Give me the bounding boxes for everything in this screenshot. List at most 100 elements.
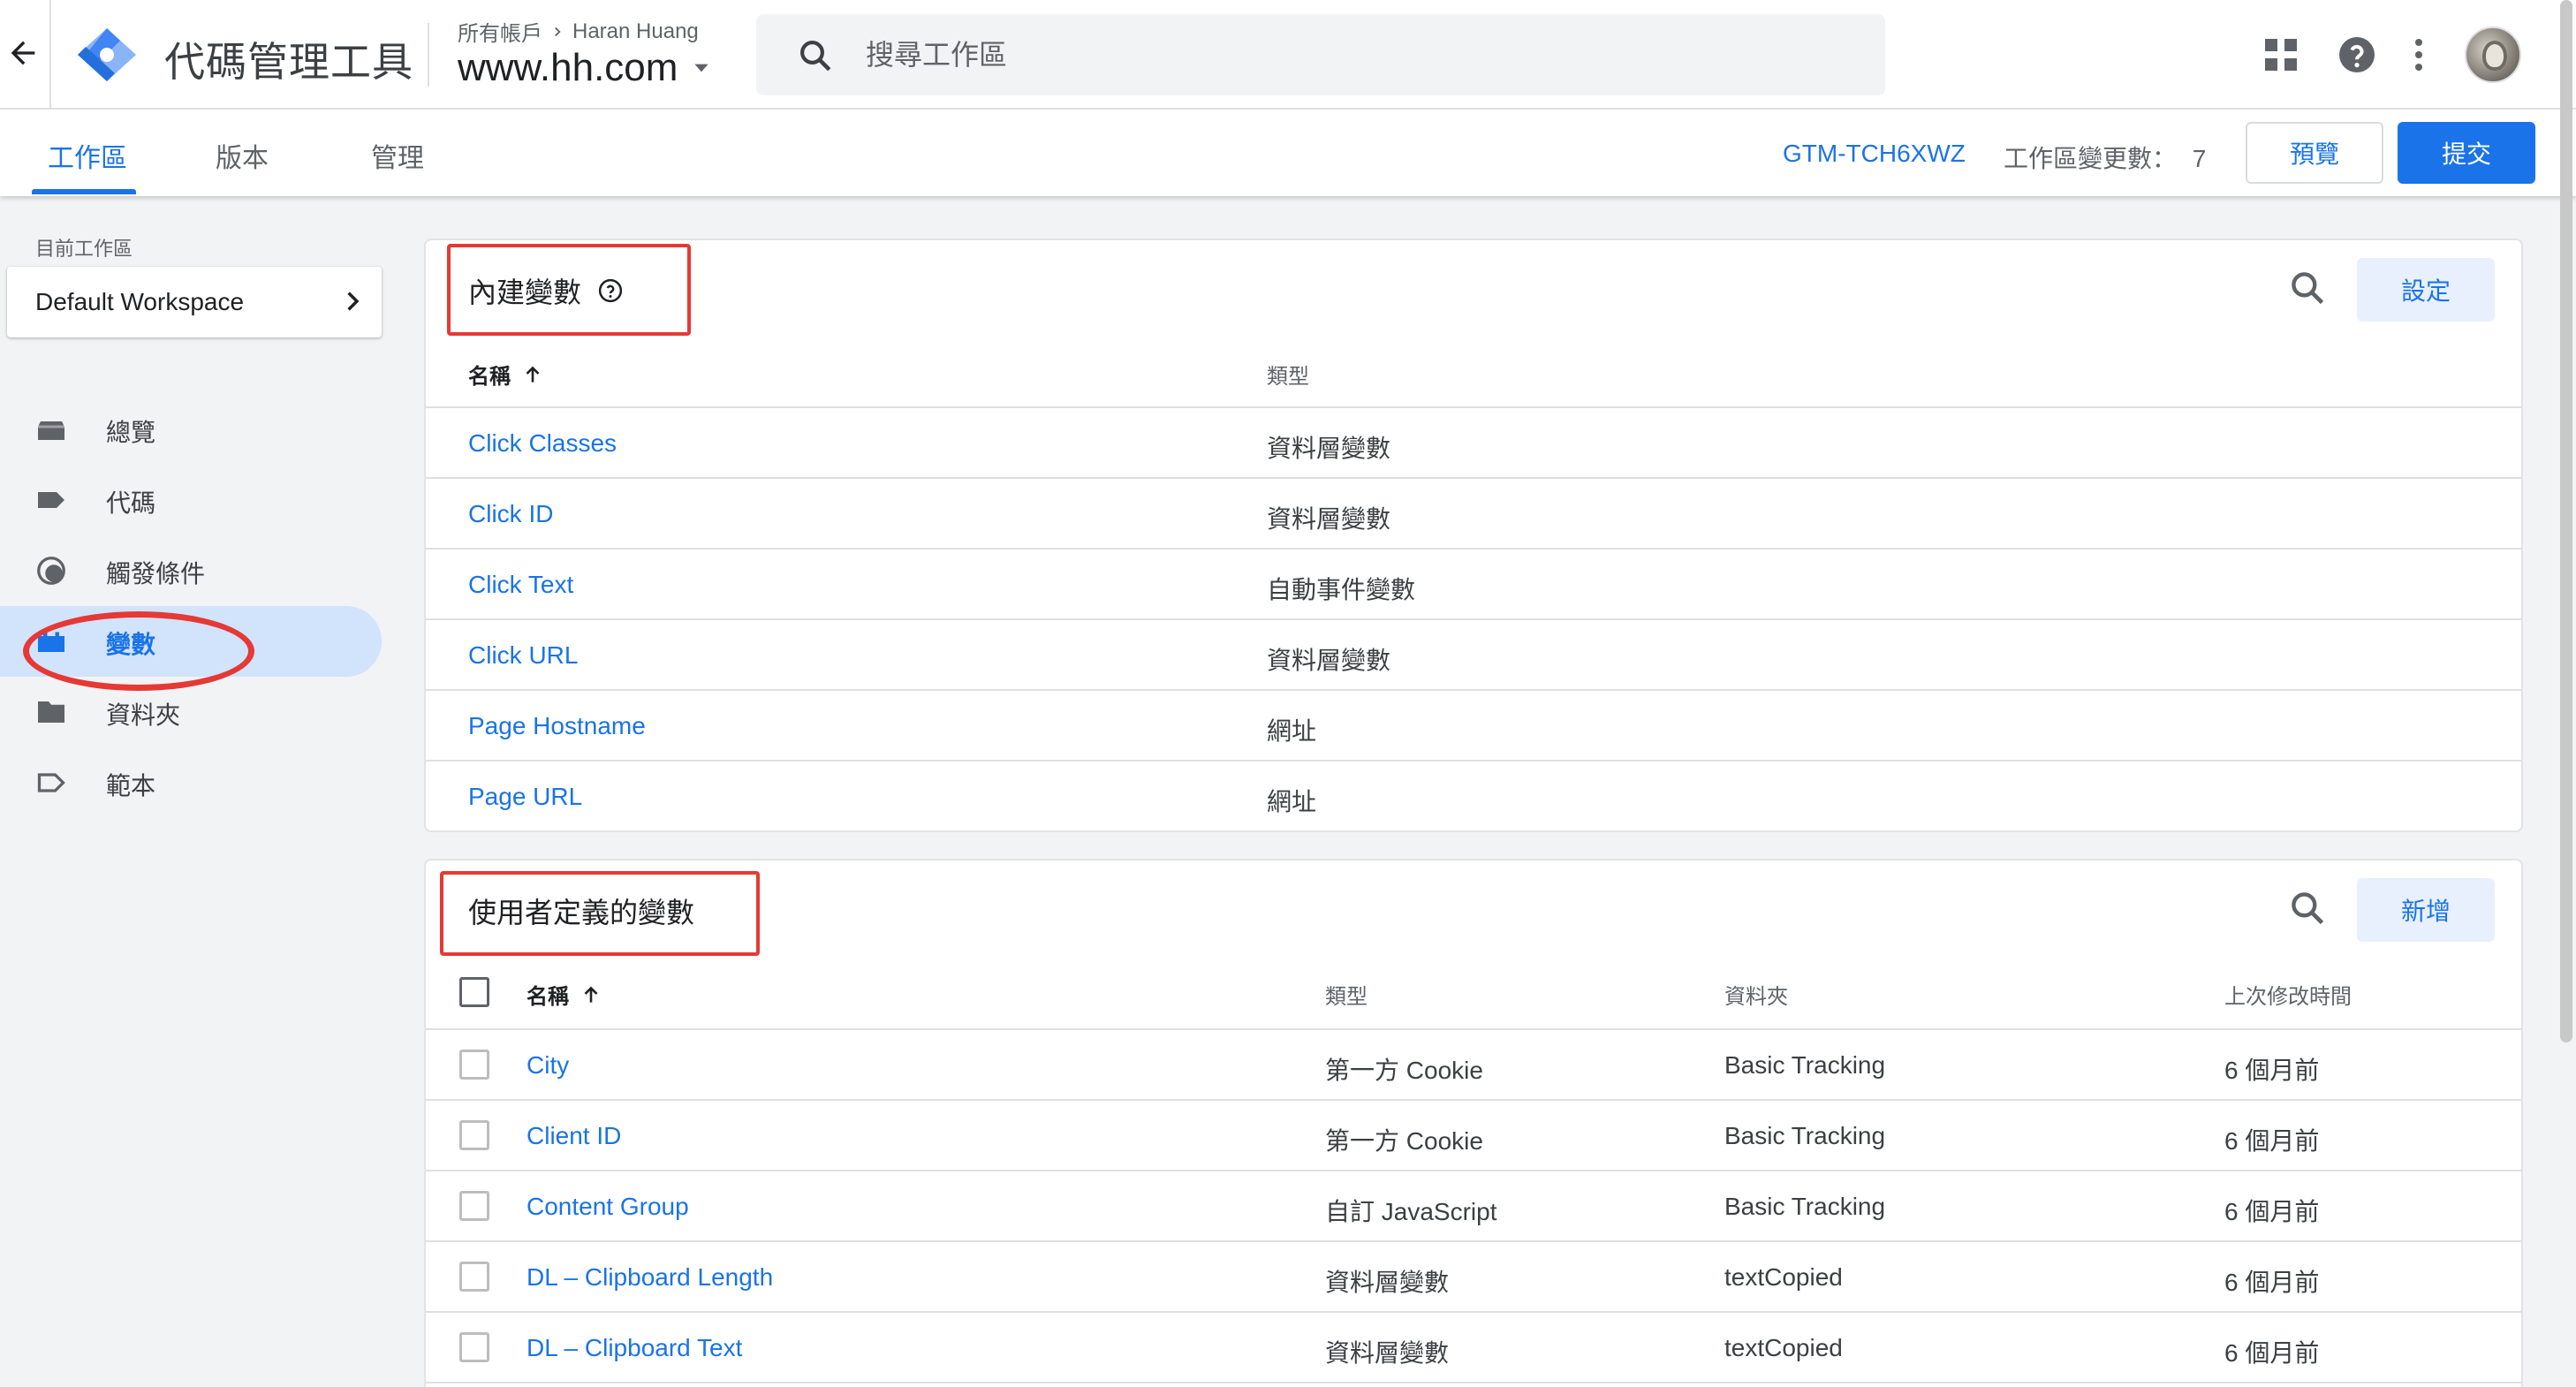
row-checkbox[interactable] — [459, 1262, 489, 1292]
more-vert-icon[interactable] — [2398, 34, 2440, 76]
divider — [49, 0, 51, 110]
variable-name-link[interactable]: Client ID — [527, 1122, 621, 1150]
template-icon — [37, 773, 65, 792]
table-row[interactable]: Page Hostname 網址 — [426, 689, 2521, 760]
sidebar-item-label: 觸發條件 — [106, 560, 206, 587]
sidebar-item-templates[interactable]: 範本 — [0, 747, 382, 818]
sidebar-item-folders[interactable]: 資料夾 — [0, 677, 382, 747]
search-input[interactable] — [866, 32, 1837, 78]
tag-icon — [38, 492, 64, 508]
table-row[interactable]: Click URL 資料層變數 — [426, 618, 2521, 689]
sidebar-item-variables[interactable]: 變數 — [0, 606, 382, 677]
workspace-search[interactable] — [756, 14, 1885, 95]
sidebar-item-label: 代碼 — [106, 489, 156, 517]
search-icon[interactable] — [2288, 889, 2327, 928]
app-title: 代碼管理工具 — [164, 39, 413, 85]
variable-name-link[interactable]: Click ID — [468, 500, 553, 528]
row-checkbox[interactable] — [459, 1050, 489, 1080]
variable-type: 資料層變數 — [1325, 1269, 1450, 1296]
account-avatar[interactable] — [2465, 27, 2521, 83]
variable-type: 資料層變數 — [1325, 1339, 1450, 1367]
back-arrow-icon[interactable] — [5, 35, 41, 71]
variable-last-modified: 6 個月前 — [2224, 1057, 2320, 1084]
sidebar-item-label: 總覽 — [106, 419, 156, 446]
variable-folder: Basic Tracking — [1724, 1122, 1886, 1149]
active-tab-indicator — [32, 189, 136, 194]
sidebar-item-tags[interactable]: 代碼 — [0, 465, 382, 535]
row-checkbox[interactable] — [459, 1191, 489, 1221]
variable-folder: textCopied — [1724, 1263, 1843, 1291]
column-header-last-modified: 上次修改時間 — [2224, 985, 2352, 1009]
variable-type: 網址 — [1267, 788, 1317, 815]
variable-name-link[interactable]: Click Classes — [468, 429, 617, 458]
variable-name-link[interactable]: Click URL — [468, 641, 578, 670]
top-app-bar: 代碼管理工具 所有帳戶 Haran Huang www.hh.com — [0, 0, 2576, 110]
overview-icon — [38, 421, 64, 440]
new-variable-button[interactable]: 新增 — [2357, 878, 2495, 942]
table-row[interactable]: Page URL 網址 — [426, 760, 2521, 830]
variable-name-link[interactable]: DL – Clipboard Length — [527, 1263, 773, 1292]
chevron-right-icon — [347, 292, 360, 311]
column-header-label: 名稱 — [468, 365, 511, 389]
chevron-right-icon — [555, 27, 561, 36]
container-name: www.hh.com — [458, 46, 678, 89]
breadcrumb-account[interactable]: Haran Huang — [572, 19, 699, 44]
table-row[interactable]: Client ID 第一方 Cookie Basic Tracking 6 個月… — [426, 1099, 2521, 1170]
table-row[interactable]: City 第一方 Cookie Basic Tracking 6 個月前 — [426, 1028, 2521, 1099]
sidebar-item-triggers[interactable]: 觸發條件 — [0, 535, 382, 606]
page-scrollbar[interactable] — [2560, 0, 2572, 1042]
breadcrumb-all-accounts[interactable]: 所有帳戶 — [458, 16, 542, 47]
variable-last-modified: 6 個月前 — [2224, 1198, 2320, 1225]
column-header-name[interactable]: 名稱 — [468, 359, 544, 390]
builtin-variables-title: 內建變數 — [468, 270, 624, 311]
preview-button[interactable]: 預覽 — [2246, 122, 2383, 184]
table-row[interactable]: Click ID 資料層變數 — [426, 477, 2521, 548]
user-defined-variables-title: 使用者定義的變數 — [468, 897, 695, 928]
variable-name-link[interactable]: Click Text — [468, 571, 573, 599]
column-header-type: 類型 — [1325, 985, 1368, 1009]
variable-type: 資料層變數 — [1267, 435, 1391, 462]
container-selector[interactable]: www.hh.com — [458, 46, 713, 90]
table-row[interactable]: Click Text 自動事件變數 — [426, 548, 2521, 618]
card-title-text: 內建變數 — [468, 277, 582, 308]
row-checkbox[interactable] — [459, 1332, 489, 1362]
table-row[interactable]: Content Group 自訂 JavaScript Basic Tracki… — [426, 1170, 2521, 1240]
table-row[interactable]: Click Classes 資料層變數 — [426, 406, 2521, 477]
select-all-checkbox[interactable] — [459, 977, 489, 1007]
column-header-name[interactable]: 名稱 — [527, 979, 602, 1010]
variable-name-link[interactable]: DL – Clipboard Text — [527, 1334, 742, 1362]
sidebar-item-overview[interactable]: 總覽 — [0, 394, 382, 465]
user-defined-variables-card: 使用者定義的變數 新增 名稱 類型 資料夾 上次修改時間 City 第一方 Co… — [424, 859, 2523, 1387]
workspace-changes: 工作區變更數： 7 — [2004, 140, 2206, 175]
submit-button[interactable]: 提交 — [2398, 122, 2535, 184]
breadcrumb[interactable]: 所有帳戶 Haran Huang — [458, 16, 699, 47]
variable-type: 自訂 JavaScript — [1325, 1198, 1497, 1225]
tab-workspace[interactable]: 工作區 — [48, 136, 127, 175]
table-row[interactable]: DL – Clipboard Length 資料層變數 textCopied 6… — [426, 1240, 2521, 1311]
changes-label: 工作區變更數： — [2004, 145, 2178, 172]
container-id[interactable]: GTM-TCH6XWZ — [1783, 140, 1966, 168]
search-icon[interactable] — [2288, 269, 2327, 307]
table-row — [426, 1382, 2521, 1387]
table-row[interactable]: DL – Clipboard Text 資料層變數 textCopied 6 個… — [426, 1311, 2521, 1382]
variable-name-link[interactable]: Page Hostname — [468, 712, 646, 740]
variable-last-modified: 6 個月前 — [2224, 1339, 2320, 1367]
help-outline-icon[interactable] — [597, 277, 624, 304]
row-checkbox[interactable] — [459, 1120, 489, 1150]
tab-versions[interactable]: 版本 — [216, 136, 269, 175]
changes-count: 7 — [2192, 145, 2207, 172]
column-header-folder: 資料夾 — [1724, 985, 1788, 1009]
variable-icon — [38, 632, 64, 652]
variable-type: 資料層變數 — [1267, 647, 1391, 674]
variable-name-link[interactable]: City — [527, 1051, 569, 1080]
configure-button[interactable]: 設定 — [2357, 258, 2495, 322]
workspace-selector[interactable]: Default Workspace — [7, 267, 382, 337]
column-header-type: 類型 — [1267, 365, 1309, 389]
variable-folder: Basic Tracking — [1724, 1193, 1886, 1220]
sidebar-item-label: 變數 — [106, 631, 156, 658]
variable-name-link[interactable]: Content Group — [527, 1193, 689, 1221]
tab-admin[interactable]: 管理 — [371, 136, 424, 175]
variable-name-link[interactable]: Page URL — [468, 783, 582, 811]
apps-grid-icon[interactable] — [2260, 34, 2302, 76]
help-icon[interactable] — [2336, 34, 2378, 76]
